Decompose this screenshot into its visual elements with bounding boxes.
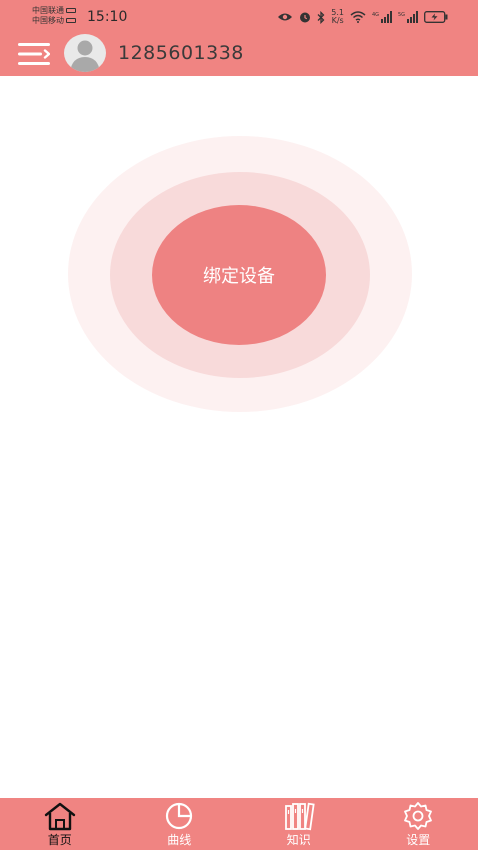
sim-card-icon xyxy=(66,8,76,13)
net-speed: 5.1 K/s xyxy=(331,9,344,25)
username-label: 1285601338 xyxy=(118,42,244,64)
signal-1-icon: 4G xyxy=(372,11,392,23)
gear-icon xyxy=(404,802,433,830)
nav-item-settings[interactable]: 设置 xyxy=(359,798,478,850)
status-icons: 5.1 K/s 4G 5G xyxy=(277,7,448,27)
signal-2-tag: 5G xyxy=(398,12,405,18)
nav-label-home: 首页 xyxy=(47,833,72,847)
nav-item-curve[interactable]: 曲线 xyxy=(120,798,240,850)
nav-item-knowledge[interactable]: 知识 xyxy=(239,798,359,850)
sim-card-icon xyxy=(66,18,76,23)
status-bar: 中国联通 中国移动 15:10 5.1 K/s 4G 5G xyxy=(0,0,478,34)
eye-icon xyxy=(278,13,293,21)
carrier-1-label: 中国联通 xyxy=(32,6,64,15)
alarm-icon xyxy=(300,12,311,23)
signal-1-tag: 4G xyxy=(372,12,379,18)
signal-2-icon: 5G xyxy=(398,11,418,23)
bluetooth-icon xyxy=(317,10,325,24)
carrier-info: 中国联通 中国移动 xyxy=(32,6,76,26)
books-icon xyxy=(284,802,315,831)
carrier-2-label: 中国移动 xyxy=(32,16,64,25)
bottom-nav: 首页 曲线 知识 设置 xyxy=(0,798,478,850)
menu-icon xyxy=(18,43,51,65)
nav-label-knowledge: 知识 xyxy=(286,833,311,847)
user-avatar-icon xyxy=(70,40,100,72)
battery-icon xyxy=(424,11,448,23)
app-header: 1285601338 xyxy=(0,34,478,76)
nav-label-settings: 设置 xyxy=(406,833,431,847)
bind-device-button[interactable]: 绑定设备 xyxy=(152,205,326,345)
home-icon xyxy=(44,802,75,831)
wifi-icon xyxy=(350,11,366,23)
net-speed-unit: K/s xyxy=(331,16,344,25)
menu-button[interactable] xyxy=(18,41,51,67)
pie-chart-icon xyxy=(166,802,193,830)
nav-label-curve: 曲线 xyxy=(167,833,192,847)
user-avatar[interactable] xyxy=(64,34,106,72)
bind-device-label: 绑定设备 xyxy=(203,266,275,287)
status-time: 15:10 xyxy=(87,9,128,25)
nav-item-home[interactable]: 首页 xyxy=(0,798,120,850)
